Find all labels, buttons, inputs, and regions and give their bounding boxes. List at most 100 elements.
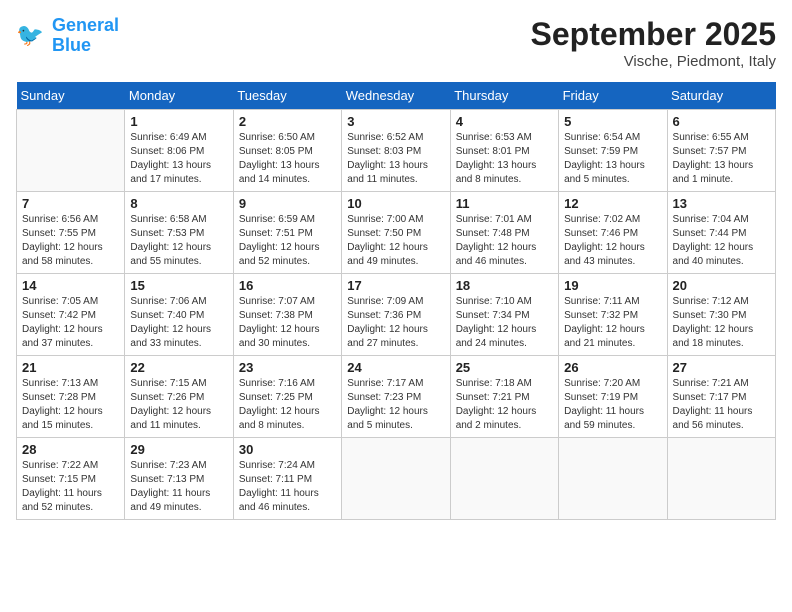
location: Vische, Piedmont, Italy (531, 53, 776, 70)
day-info: Sunrise: 7:13 AMSunset: 7:28 PMDaylight:… (22, 377, 119, 433)
calendar-cell: 18 Sunrise: 7:10 AMSunset: 7:34 PMDayligh… (450, 274, 558, 356)
day-header-wednesday: Wednesday (342, 82, 450, 110)
calendar-cell: 9 Sunrise: 6:59 AMSunset: 7:51 PMDaylight… (233, 192, 341, 274)
day-number: 18 (456, 278, 553, 293)
calendar-cell (17, 110, 125, 192)
day-number: 1 (130, 114, 227, 129)
calendar-cell: 24 Sunrise: 7:17 AMSunset: 7:23 PMDayligh… (342, 356, 450, 438)
logo-general: General (52, 15, 119, 35)
day-number: 26 (564, 360, 661, 375)
calendar-cell: 5Sunrise: 6:54 AMSunset: 7:59 PMDaylight… (559, 110, 667, 192)
day-header-sunday: Sunday (17, 82, 125, 110)
day-info: Sunrise: 7:11 AMSunset: 7:32 PMDaylight:… (564, 295, 661, 351)
calendar-cell: 2 Sunrise: 6:50 AMSunset: 8:05 PMDaylight… (233, 110, 341, 192)
title-block: September 2025 Vische, Piedmont, Italy (531, 16, 776, 70)
day-header-monday: Monday (125, 82, 233, 110)
day-number: 13 (673, 196, 770, 211)
day-number: 3 (347, 114, 444, 129)
day-info: Sunrise: 7:16 AMSunset: 7:25 PMDaylight:… (239, 377, 336, 433)
day-info: Sunrise: 6:55 AMSunset: 7:57 PMDaylight:… (673, 131, 770, 187)
calendar-cell: 10 Sunrise: 7:00 AMSunset: 7:50 PMDayligh… (342, 192, 450, 274)
calendar-cell: 13 Sunrise: 7:04 AMSunset: 7:44 PMDayligh… (667, 192, 775, 274)
calendar-cell: 27 Sunrise: 7:21 AMSunset: 7:17 PMDayligh… (667, 356, 775, 438)
day-number: 15 (130, 278, 227, 293)
day-number: 8 (130, 196, 227, 211)
calendar-cell: 7Sunrise: 6:56 AMSunset: 7:55 PMDaylight… (17, 192, 125, 274)
calendar-cell: 8Sunrise: 6:58 AMSunset: 7:53 PMDaylight… (125, 192, 233, 274)
day-info: Sunrise: 7:05 AMSunset: 7:42 PMDaylight:… (22, 295, 119, 351)
day-number: 12 (564, 196, 661, 211)
calendar-cell (342, 438, 450, 520)
day-info: Sunrise: 7:12 AMSunset: 7:30 PMDaylight:… (673, 295, 770, 351)
day-info: Sunrise: 7:17 AMSunset: 7:23 PMDaylight:… (347, 377, 444, 433)
day-info: Sunrise: 7:01 AMSunset: 7:48 PMDaylight:… (456, 213, 553, 269)
day-number: 16 (239, 278, 336, 293)
calendar-table: SundayMondayTuesdayWednesdayThursdayFrid… (16, 82, 776, 520)
day-info: Sunrise: 7:22 AMSunset: 7:15 PMDaylight:… (22, 459, 119, 515)
day-info: Sunrise: 7:20 AMSunset: 7:19 PMDaylight:… (564, 377, 661, 433)
page-header: 🐦 General Blue September 2025 Vische, Pi… (16, 16, 776, 70)
calendar-cell: 14Sunrise: 7:05 AMSunset: 7:42 PMDayligh… (17, 274, 125, 356)
day-number: 9 (239, 196, 336, 211)
day-number: 28 (22, 442, 119, 457)
day-number: 10 (347, 196, 444, 211)
day-info: Sunrise: 7:24 AMSunset: 7:11 PMDaylight:… (239, 459, 336, 515)
day-info: Sunrise: 7:07 AMSunset: 7:38 PMDaylight:… (239, 295, 336, 351)
calendar-cell: 23 Sunrise: 7:16 AMSunset: 7:25 PMDayligh… (233, 356, 341, 438)
calendar-cell (450, 438, 558, 520)
calendar-cell: 30 Sunrise: 7:24 AMSunset: 7:11 PMDayligh… (233, 438, 341, 520)
day-info: Sunrise: 7:04 AMSunset: 7:44 PMDaylight:… (673, 213, 770, 269)
day-header-friday: Friday (559, 82, 667, 110)
calendar-cell: 3 Sunrise: 6:52 AMSunset: 8:03 PMDaylight… (342, 110, 450, 192)
day-number: 2 (239, 114, 336, 129)
calendar-cell: 22Sunrise: 7:15 AMSunset: 7:26 PMDayligh… (125, 356, 233, 438)
day-info: Sunrise: 7:18 AMSunset: 7:21 PMDaylight:… (456, 377, 553, 433)
day-number: 30 (239, 442, 336, 457)
day-header-tuesday: Tuesday (233, 82, 341, 110)
calendar-cell (667, 438, 775, 520)
day-number: 4 (456, 114, 553, 129)
day-info: Sunrise: 6:53 AMSunset: 8:01 PMDaylight:… (456, 131, 553, 187)
day-number: 25 (456, 360, 553, 375)
calendar-week-row: 21Sunrise: 7:13 AMSunset: 7:28 PMDayligh… (17, 356, 776, 438)
day-info: Sunrise: 6:59 AMSunset: 7:51 PMDaylight:… (239, 213, 336, 269)
day-number: 27 (673, 360, 770, 375)
logo-blue: Blue (52, 35, 91, 55)
day-info: Sunrise: 7:23 AMSunset: 7:13 PMDaylight:… (130, 459, 227, 515)
logo-icon: 🐦 (16, 20, 48, 52)
calendar-cell: 20 Sunrise: 7:12 AMSunset: 7:30 PMDayligh… (667, 274, 775, 356)
day-header-saturday: Saturday (667, 82, 775, 110)
day-info: Sunrise: 6:49 AMSunset: 8:06 PMDaylight:… (130, 131, 227, 187)
calendar-cell: 16 Sunrise: 7:07 AMSunset: 7:38 PMDayligh… (233, 274, 341, 356)
day-info: Sunrise: 7:15 AMSunset: 7:26 PMDaylight:… (130, 377, 227, 433)
calendar-cell (559, 438, 667, 520)
month-title: September 2025 (531, 16, 776, 53)
day-info: Sunrise: 7:10 AMSunset: 7:34 PMDaylight:… (456, 295, 553, 351)
day-number: 29 (130, 442, 227, 457)
calendar-cell: 21Sunrise: 7:13 AMSunset: 7:28 PMDayligh… (17, 356, 125, 438)
day-info: Sunrise: 7:21 AMSunset: 7:17 PMDaylight:… (673, 377, 770, 433)
day-info: Sunrise: 7:00 AMSunset: 7:50 PMDaylight:… (347, 213, 444, 269)
calendar-cell: 1 Sunrise: 6:49 AMSunset: 8:06 PMDaylight… (125, 110, 233, 192)
calendar-cell: 6Sunrise: 6:55 AMSunset: 7:57 PMDaylight… (667, 110, 775, 192)
calendar-cell: 25 Sunrise: 7:18 AMSunset: 7:21 PMDayligh… (450, 356, 558, 438)
logo-text: General Blue (52, 16, 119, 56)
day-number: 11 (456, 196, 553, 211)
logo: 🐦 General Blue (16, 16, 119, 56)
day-number: 5 (564, 114, 661, 129)
day-info: Sunrise: 7:06 AMSunset: 7:40 PMDaylight:… (130, 295, 227, 351)
day-number: 23 (239, 360, 336, 375)
svg-text:🐦: 🐦 (16, 22, 44, 47)
day-number: 24 (347, 360, 444, 375)
calendar-cell: 4 Sunrise: 6:53 AMSunset: 8:01 PMDaylight… (450, 110, 558, 192)
calendar-cell: 11 Sunrise: 7:01 AMSunset: 7:48 PMDayligh… (450, 192, 558, 274)
day-info: Sunrise: 6:52 AMSunset: 8:03 PMDaylight:… (347, 131, 444, 187)
day-number: 20 (673, 278, 770, 293)
calendar-cell: 19 Sunrise: 7:11 AMSunset: 7:32 PMDayligh… (559, 274, 667, 356)
day-number: 17 (347, 278, 444, 293)
calendar-cell: 26 Sunrise: 7:20 AMSunset: 7:19 PMDayligh… (559, 356, 667, 438)
day-header-thursday: Thursday (450, 82, 558, 110)
day-info: Sunrise: 6:50 AMSunset: 8:05 PMDaylight:… (239, 131, 336, 187)
calendar-week-row: 14Sunrise: 7:05 AMSunset: 7:42 PMDayligh… (17, 274, 776, 356)
day-number: 19 (564, 278, 661, 293)
